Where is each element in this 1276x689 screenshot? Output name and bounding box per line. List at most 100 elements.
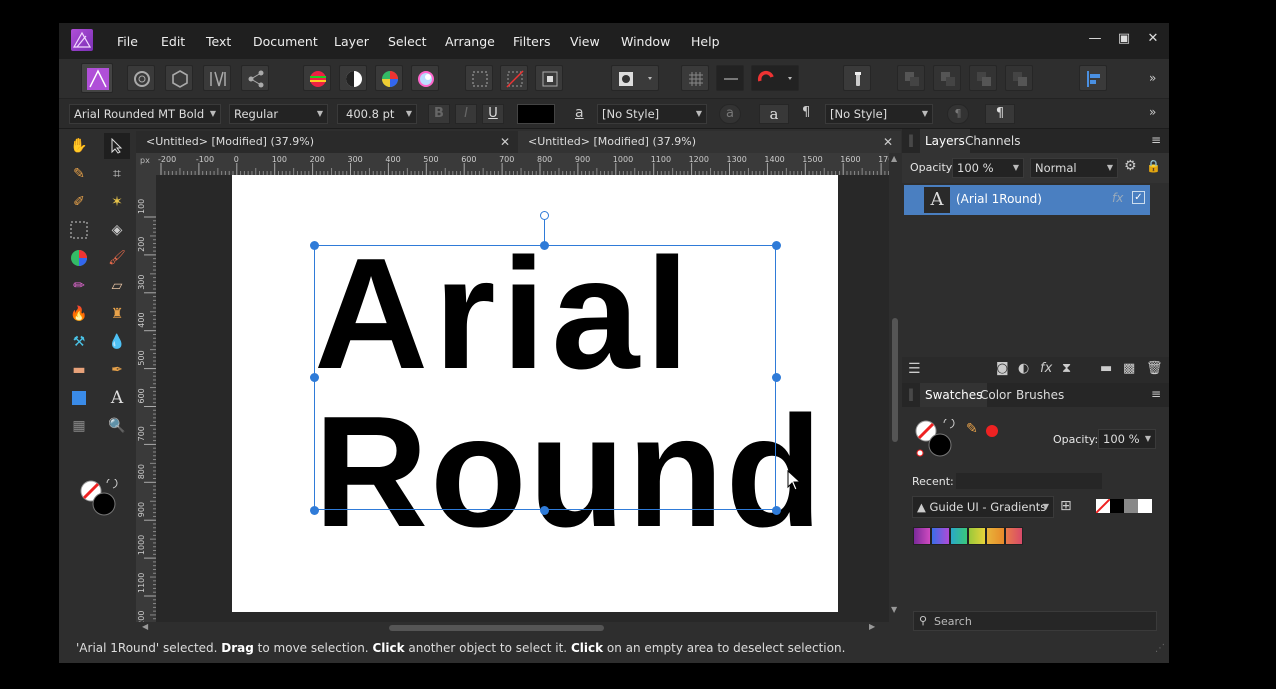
contrast-icon[interactable]: [339, 65, 367, 91]
menu-text[interactable]: Text: [206, 34, 231, 49]
menu-select[interactable]: Select: [388, 34, 427, 49]
menu-view[interactable]: View: [570, 34, 600, 49]
layers-stack-icon[interactable]: ☰: [908, 361, 921, 377]
lock-icon[interactable]: 🔒: [1146, 159, 1161, 173]
levels-icon[interactable]: [303, 65, 331, 91]
photo-persona-button[interactable]: [81, 63, 113, 93]
close-tab-icon[interactable]: ✕: [883, 131, 893, 153]
crop-tool-icon[interactable]: ⌗: [104, 161, 130, 187]
color-picker-tool-icon[interactable]: ✎: [66, 161, 92, 187]
gradient-swatch[interactable]: [931, 527, 950, 545]
clone-tool-icon[interactable]: ♜: [104, 301, 130, 327]
gray-swatch[interactable]: [1124, 499, 1138, 513]
paragraph-style-dropdown[interactable]: [No Style] ▼: [825, 104, 933, 124]
eyedropper-icon[interactable]: ✎: [966, 421, 978, 437]
selection-handle[interactable]: [540, 506, 549, 515]
snapping-magnet-icon[interactable]: [751, 65, 799, 91]
tone-mapping-persona-button[interactable]: [203, 65, 231, 91]
grid-icon[interactable]: [681, 65, 709, 91]
healing-brush-tool-icon[interactable]: ▬: [66, 357, 92, 383]
color-wheel-icon[interactable]: [375, 65, 403, 91]
close-tab-icon[interactable]: ✕: [500, 131, 510, 153]
horizontal-scrollbar[interactable]: ◀ ▶: [136, 622, 901, 634]
vertical-scrollbar[interactable]: ▲ ▼: [889, 153, 901, 622]
rectangle-tool-icon[interactable]: [66, 385, 92, 411]
blur-tool-icon[interactable]: 💧: [104, 329, 130, 355]
view-hand-tool-icon[interactable]: ✋: [66, 133, 92, 159]
menu-arrange[interactable]: Arrange: [445, 34, 495, 49]
gradient-swatch[interactable]: [913, 527, 932, 545]
live-filter-icon[interactable]: ⧗: [1062, 361, 1071, 376]
fx-icon[interactable]: fx: [1040, 361, 1052, 376]
arrange-forward-icon[interactable]: [969, 65, 997, 91]
arrange-backward-icon[interactable]: [933, 65, 961, 91]
color-selector-icon[interactable]: [79, 477, 119, 519]
character-panel-button[interactable]: a: [759, 104, 789, 124]
arrange-front-icon[interactable]: [1005, 65, 1033, 91]
add-pixel-layer-icon[interactable]: ▩: [1123, 361, 1135, 376]
minimize-icon[interactable]: —: [1086, 31, 1104, 49]
paint-mixer-icon[interactable]: [66, 245, 92, 271]
selection-handle[interactable]: [310, 373, 319, 382]
document-page[interactable]: Arial Round: [232, 175, 838, 612]
pen-tool-icon[interactable]: ✒: [104, 357, 130, 383]
vertical-scroll-thumb[interactable]: [892, 318, 898, 442]
toolbar-overflow-icon[interactable]: »: [1149, 71, 1156, 85]
panel-menu-icon[interactable]: ≡: [1151, 387, 1161, 401]
bold-button[interactable]: B: [428, 104, 450, 124]
gradient-swatch[interactable]: [967, 527, 987, 545]
selection-bounding-box[interactable]: [314, 245, 776, 510]
burn-tool-icon[interactable]: 🔥: [66, 301, 92, 327]
menu-filters[interactable]: Filters: [513, 34, 550, 49]
selection-handle[interactable]: [310, 506, 319, 515]
align-pixel-icon[interactable]: [716, 65, 744, 91]
menu-file[interactable]: File: [117, 34, 138, 49]
selection-brush-tool-icon[interactable]: ✐: [66, 189, 92, 215]
scroll-down-icon[interactable]: ▼: [891, 605, 897, 614]
character-style-dropdown[interactable]: [No Style] ▼: [597, 104, 707, 124]
pixel-tool-icon[interactable]: ✏: [66, 273, 92, 299]
blend-mode-dropdown[interactable]: Normal ▼: [1030, 158, 1118, 178]
layer-fx-icon[interactable]: fx: [1112, 191, 1123, 205]
text-tool-icon[interactable]: A: [104, 385, 130, 411]
gradient-swatch[interactable]: [1004, 527, 1023, 545]
recent-swatches[interactable]: [956, 473, 1102, 489]
selection-handle[interactable]: [772, 506, 781, 515]
rotation-handle[interactable]: [540, 211, 549, 220]
layer-row[interactable]: A (Arial 1Round) fx ✓: [904, 185, 1150, 215]
current-color-swatch[interactable]: [986, 425, 998, 437]
scroll-up-icon[interactable]: ▲: [891, 154, 897, 163]
paint-brush-tool-icon[interactable]: 🖌: [104, 245, 130, 271]
document-tab-2[interactable]: <Untitled> [Modified] (37.9%) ✕: [518, 131, 901, 153]
document-tab-1[interactable]: <Untitled> [Modified] (37.9%) ✕: [136, 131, 518, 153]
character-icon[interactable]: a: [575, 105, 584, 121]
mask-layer-icon[interactable]: ◙: [996, 361, 1009, 376]
menu-edit[interactable]: Edit: [161, 34, 185, 49]
paragraph-panel-button[interactable]: ¶: [985, 104, 1015, 124]
marquee-selection-icon[interactable]: [465, 65, 493, 91]
black-swatch[interactable]: [1110, 499, 1124, 513]
gradient-swatch[interactable]: [986, 527, 1005, 545]
scroll-right-icon[interactable]: ▶: [869, 622, 875, 631]
export-persona-button[interactable]: [241, 65, 269, 91]
move-tool-icon[interactable]: [104, 133, 130, 159]
group-folder-icon[interactable]: ▬: [1100, 361, 1112, 376]
trash-icon[interactable]: 🗑: [1146, 361, 1163, 376]
swatches-opacity-dropdown[interactable]: 100 % ▼: [1098, 429, 1156, 449]
assistant-icon[interactable]: [843, 65, 871, 91]
add-swatch-icon[interactable]: ⊞: [1060, 498, 1072, 514]
quick-mask-dropdown[interactable]: [611, 65, 659, 91]
swatch-search-field[interactable]: ⚲ Search: [913, 611, 1157, 631]
resize-grip-icon[interactable]: ⋰: [1155, 634, 1165, 663]
gradient-swatch[interactable]: [949, 527, 968, 545]
selection-handle[interactable]: [772, 373, 781, 382]
none-swatch[interactable]: [1095, 498, 1111, 514]
close-window-icon[interactable]: ✕: [1144, 31, 1162, 49]
menu-window[interactable]: Window: [621, 34, 670, 49]
invert-selection-icon[interactable]: [535, 65, 563, 91]
palette-dropdown[interactable]: ▲ Guide UI - Gradients ▼: [912, 496, 1054, 518]
paragraph-icon[interactable]: ¶: [802, 105, 810, 120]
panel-menu-icon[interactable]: ≡: [1151, 133, 1161, 147]
italic-button[interactable]: I: [455, 104, 477, 124]
deselect-icon[interactable]: [500, 65, 528, 91]
